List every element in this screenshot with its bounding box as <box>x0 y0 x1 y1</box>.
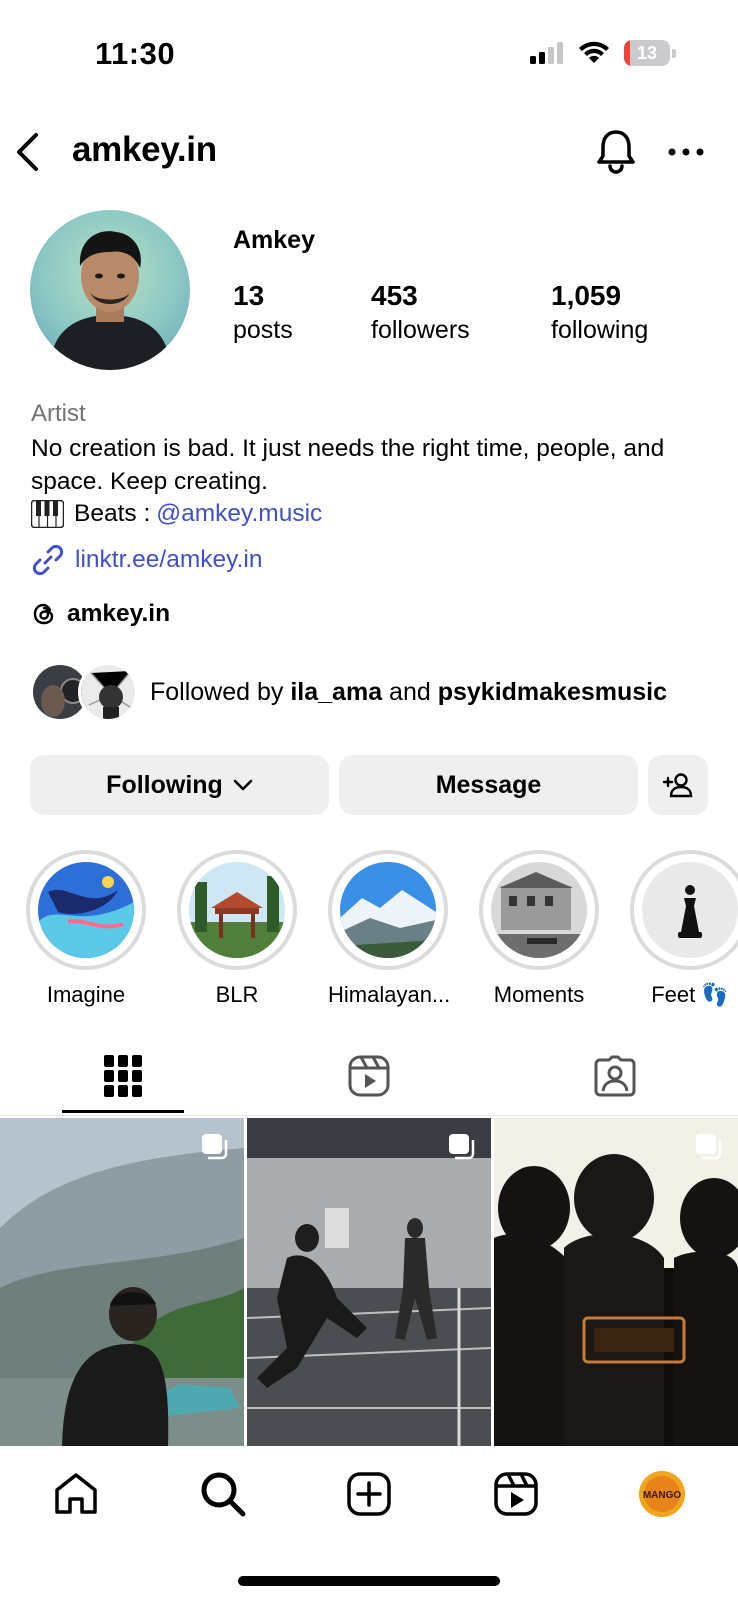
mutual-avatar <box>78 662 138 722</box>
chevron-left-icon <box>17 133 38 171</box>
following-stat[interactable]: 1,059 following <box>551 280 648 345</box>
profile-avatar-small: MANGO <box>639 1471 685 1517</box>
chevron-down-icon <box>233 779 253 791</box>
posts-label: posts <box>233 316 293 344</box>
piano-icon <box>31 500 64 528</box>
bio-link-text: linktr.ee/amkey.in <box>75 546 263 573</box>
active-tab-indicator <box>62 1110 184 1113</box>
message-button[interactable]: Message <box>339 755 638 815</box>
highlight-blr[interactable]: BLR <box>177 850 297 1008</box>
notifications-button[interactable] <box>594 128 638 174</box>
search-icon <box>201 1472 246 1517</box>
grid-post[interactable] <box>0 1118 244 1446</box>
status-icons: 13 <box>530 40 676 66</box>
add-person-icon <box>662 773 693 798</box>
beats-label: Beats : <box>74 500 151 527</box>
create-icon <box>347 1472 391 1516</box>
status-time: 11:30 <box>95 36 176 71</box>
mutual-followers[interactable]: Followed by ila_ama and psykidmakesmusic <box>30 662 667 722</box>
highlight-himalayan[interactable]: Himalayan... <box>328 850 451 1008</box>
more-options-button[interactable] <box>666 140 706 164</box>
mutual-user-1[interactable]: ila_ama <box>290 678 382 706</box>
carousel-icon <box>449 1134 475 1160</box>
beats-mention-link[interactable]: @amkey.music <box>156 500 322 528</box>
message-button-label: Message <box>435 770 542 799</box>
carousel-icon <box>202 1134 228 1160</box>
nav-search[interactable] <box>197 1468 249 1520</box>
highlight-label: Himalayan... <box>328 982 451 1007</box>
followers-label: followers <box>371 316 470 344</box>
bio-text: No creation is bad. It just needs the ri… <box>31 435 665 495</box>
nav-reels[interactable] <box>490 1468 542 1520</box>
highlight-label: Moments <box>493 982 585 1007</box>
following-count: 1,059 <box>551 280 622 311</box>
nav-create[interactable] <box>343 1468 395 1520</box>
highlight-moments[interactable]: Moments <box>479 850 599 1008</box>
display-name: Amkey <box>233 226 315 254</box>
tab-tagged[interactable] <box>589 1050 641 1102</box>
profile-avatar[interactable] <box>30 210 190 370</box>
cellular-signal-icon <box>530 42 563 64</box>
following-label: following <box>551 316 649 344</box>
mutual-user-2[interactable]: psykidmakesmusic <box>438 678 667 706</box>
mutual-avatars <box>30 662 138 722</box>
posts-count: 13 <box>233 280 265 311</box>
home-icon <box>55 1473 97 1514</box>
grid-post[interactable] <box>494 1118 738 1446</box>
reels-icon <box>348 1055 390 1097</box>
more-horizontal-icon <box>668 148 704 156</box>
grid-icon <box>104 1055 142 1097</box>
avatar-logo-text: MANGO <box>643 1490 682 1501</box>
grid-post[interactable] <box>247 1118 491 1446</box>
highlight-label: Feet 👣 <box>651 982 729 1007</box>
highlight-label: BLR <box>215 982 259 1007</box>
bio-category: Artist <box>31 400 86 427</box>
back-button[interactable] <box>14 130 48 174</box>
highlight-label: Imagine <box>46 982 126 1007</box>
bottom-navigation: MANGO <box>0 1446 738 1600</box>
tab-posts-grid[interactable] <box>97 1050 149 1102</box>
nav-profile[interactable]: MANGO <box>636 1468 688 1520</box>
bio-beats-line: Beats : @amkey.music <box>31 500 322 528</box>
battery-level: 13 <box>636 42 658 63</box>
following-button-label: Following <box>106 770 223 799</box>
posts-stat[interactable]: 13 posts <box>233 280 293 345</box>
bio-link[interactable]: linktr.ee/amkey.in <box>31 543 262 577</box>
suggested-users-button[interactable] <box>648 755 708 815</box>
highlight-imagine[interactable]: Imagine <box>26 850 146 1008</box>
tab-reels[interactable] <box>343 1050 395 1102</box>
bell-icon <box>597 130 635 174</box>
link-icon <box>32 544 64 576</box>
tab-divider <box>0 1115 738 1116</box>
carousel-icon <box>696 1134 722 1160</box>
highlight-feet[interactable]: Feet 👣 <box>630 850 738 1008</box>
threads-badge[interactable]: amkey.in <box>31 600 170 628</box>
threads-icon <box>33 603 54 625</box>
following-button[interactable]: Following <box>30 755 329 815</box>
followed-by-text: Followed by ila_ama and psykidmakesmusic <box>150 677 668 706</box>
reels-icon <box>494 1472 538 1516</box>
profile-username: amkey.in <box>72 130 217 169</box>
home-indicator <box>238 1576 500 1586</box>
nav-home[interactable] <box>50 1468 102 1520</box>
wifi-icon <box>579 41 609 63</box>
tagged-icon <box>594 1055 636 1097</box>
battery-icon: 13 <box>624 40 676 66</box>
threads-handle: amkey.in <box>67 600 171 627</box>
followers-count: 453 <box>371 280 418 311</box>
followers-stat[interactable]: 453 followers <box>371 280 470 345</box>
